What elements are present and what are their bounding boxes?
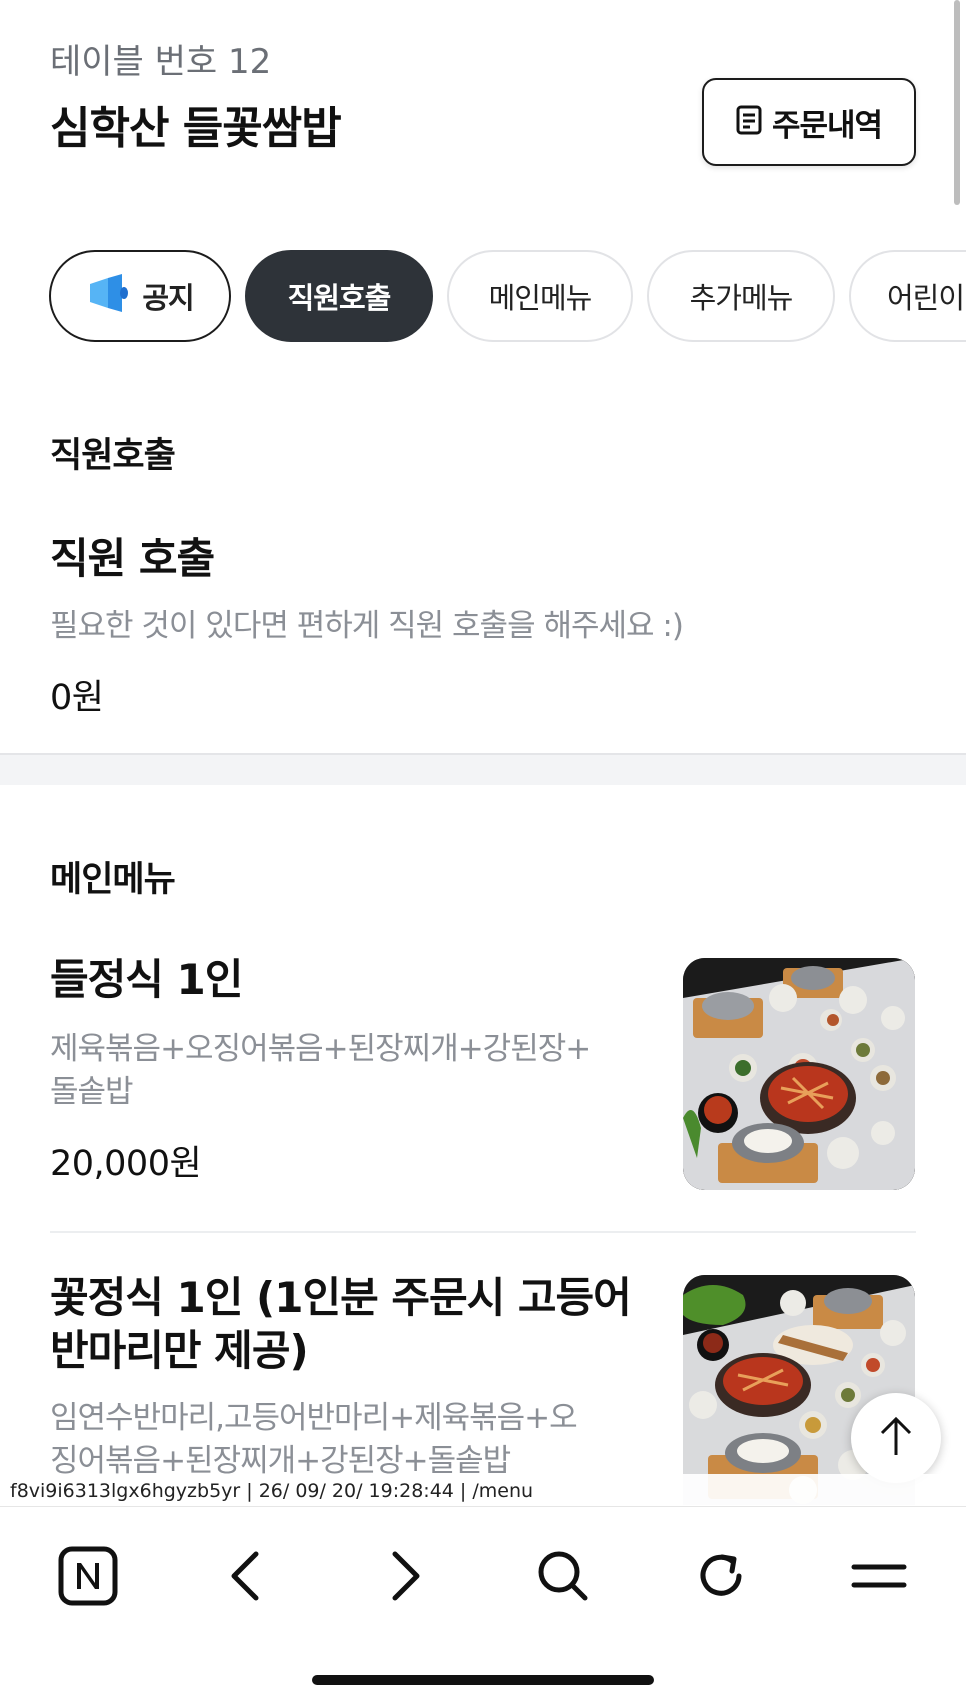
- tab-notice[interactable]: 공지: [49, 250, 231, 342]
- reload-icon: [694, 1549, 748, 1607]
- arrow-up-icon: [878, 1415, 914, 1461]
- browser-toolbar: [0, 1506, 966, 1708]
- order-history-label: 주문내역: [771, 107, 883, 144]
- search-button[interactable]: [528, 1545, 598, 1611]
- reload-button[interactable]: [686, 1545, 756, 1611]
- menu-button[interactable]: [844, 1545, 914, 1611]
- back-button[interactable]: [211, 1545, 281, 1611]
- section-divider: [0, 753, 966, 785]
- table-number: 테이블 번호 12: [50, 42, 272, 82]
- search-icon: [536, 1549, 590, 1607]
- tab-main-menu[interactable]: 메인메뉴: [447, 250, 633, 342]
- category-tabs: 공지 직원호출 메인메뉴 추가메뉴 어린이: [49, 250, 966, 344]
- tab-notice-label: 공지: [142, 281, 194, 315]
- section-title-staff-call: 직원호출: [50, 436, 176, 476]
- megaphone-icon: [86, 272, 130, 321]
- home-indicator[interactable]: [312, 1675, 654, 1685]
- item-divider: [50, 1231, 916, 1233]
- naver-home-icon: [58, 1546, 118, 1610]
- scroll-to-top-button[interactable]: [851, 1393, 941, 1483]
- section-title-main-menu: 메인메뉴: [50, 860, 176, 900]
- back-arrow-icon: [226, 1550, 266, 1606]
- store-name: 심학산 들꽃쌈밥: [50, 103, 342, 154]
- item-name-staff-call[interactable]: 직원 호출: [50, 532, 215, 586]
- item-description-1-line1: 제육볶음+오징어볶음+된장찌개+강된장+: [50, 1031, 591, 1067]
- forward-button[interactable]: [370, 1545, 440, 1611]
- item-price-1: 20,000원: [50, 1144, 202, 1184]
- tab-kids[interactable]: 어린이: [849, 250, 966, 342]
- item-description-1-line2: 돌솥밥: [50, 1074, 134, 1110]
- tab-staff-call[interactable]: 직원호출: [245, 250, 433, 342]
- item-price-staff-call: 0원: [50, 678, 104, 718]
- naver-home-button[interactable]: [53, 1545, 123, 1611]
- scrollbar[interactable]: [954, 0, 960, 205]
- item-image-1[interactable]: [683, 958, 915, 1190]
- order-history-button[interactable]: 주문내역: [702, 78, 916, 166]
- item-description-staff-call: 필요한 것이 있다면 편하게 직원 호출을 해주세요 :): [50, 608, 684, 644]
- url-overlay: f8vi9i6313lgx6hgyzb5yr | 26/ 09/ 20/ 19:…: [0, 1474, 966, 1508]
- forward-arrow-icon: [385, 1550, 425, 1606]
- menu-icon: [851, 1556, 907, 1600]
- item-name-1[interactable]: 들정식 1인: [50, 953, 243, 1007]
- receipt-icon: [736, 105, 762, 139]
- item-name-2-line1[interactable]: 꽃정식 1인 (1인분 주문시 고등어: [50, 1271, 632, 1325]
- item-description-2-line1: 임연수반마리,고등어반마리+제육볶음+오: [50, 1400, 578, 1436]
- item-name-2-line2[interactable]: 반마리만 제공): [50, 1324, 309, 1378]
- tab-extra-menu[interactable]: 추가메뉴: [647, 250, 835, 342]
